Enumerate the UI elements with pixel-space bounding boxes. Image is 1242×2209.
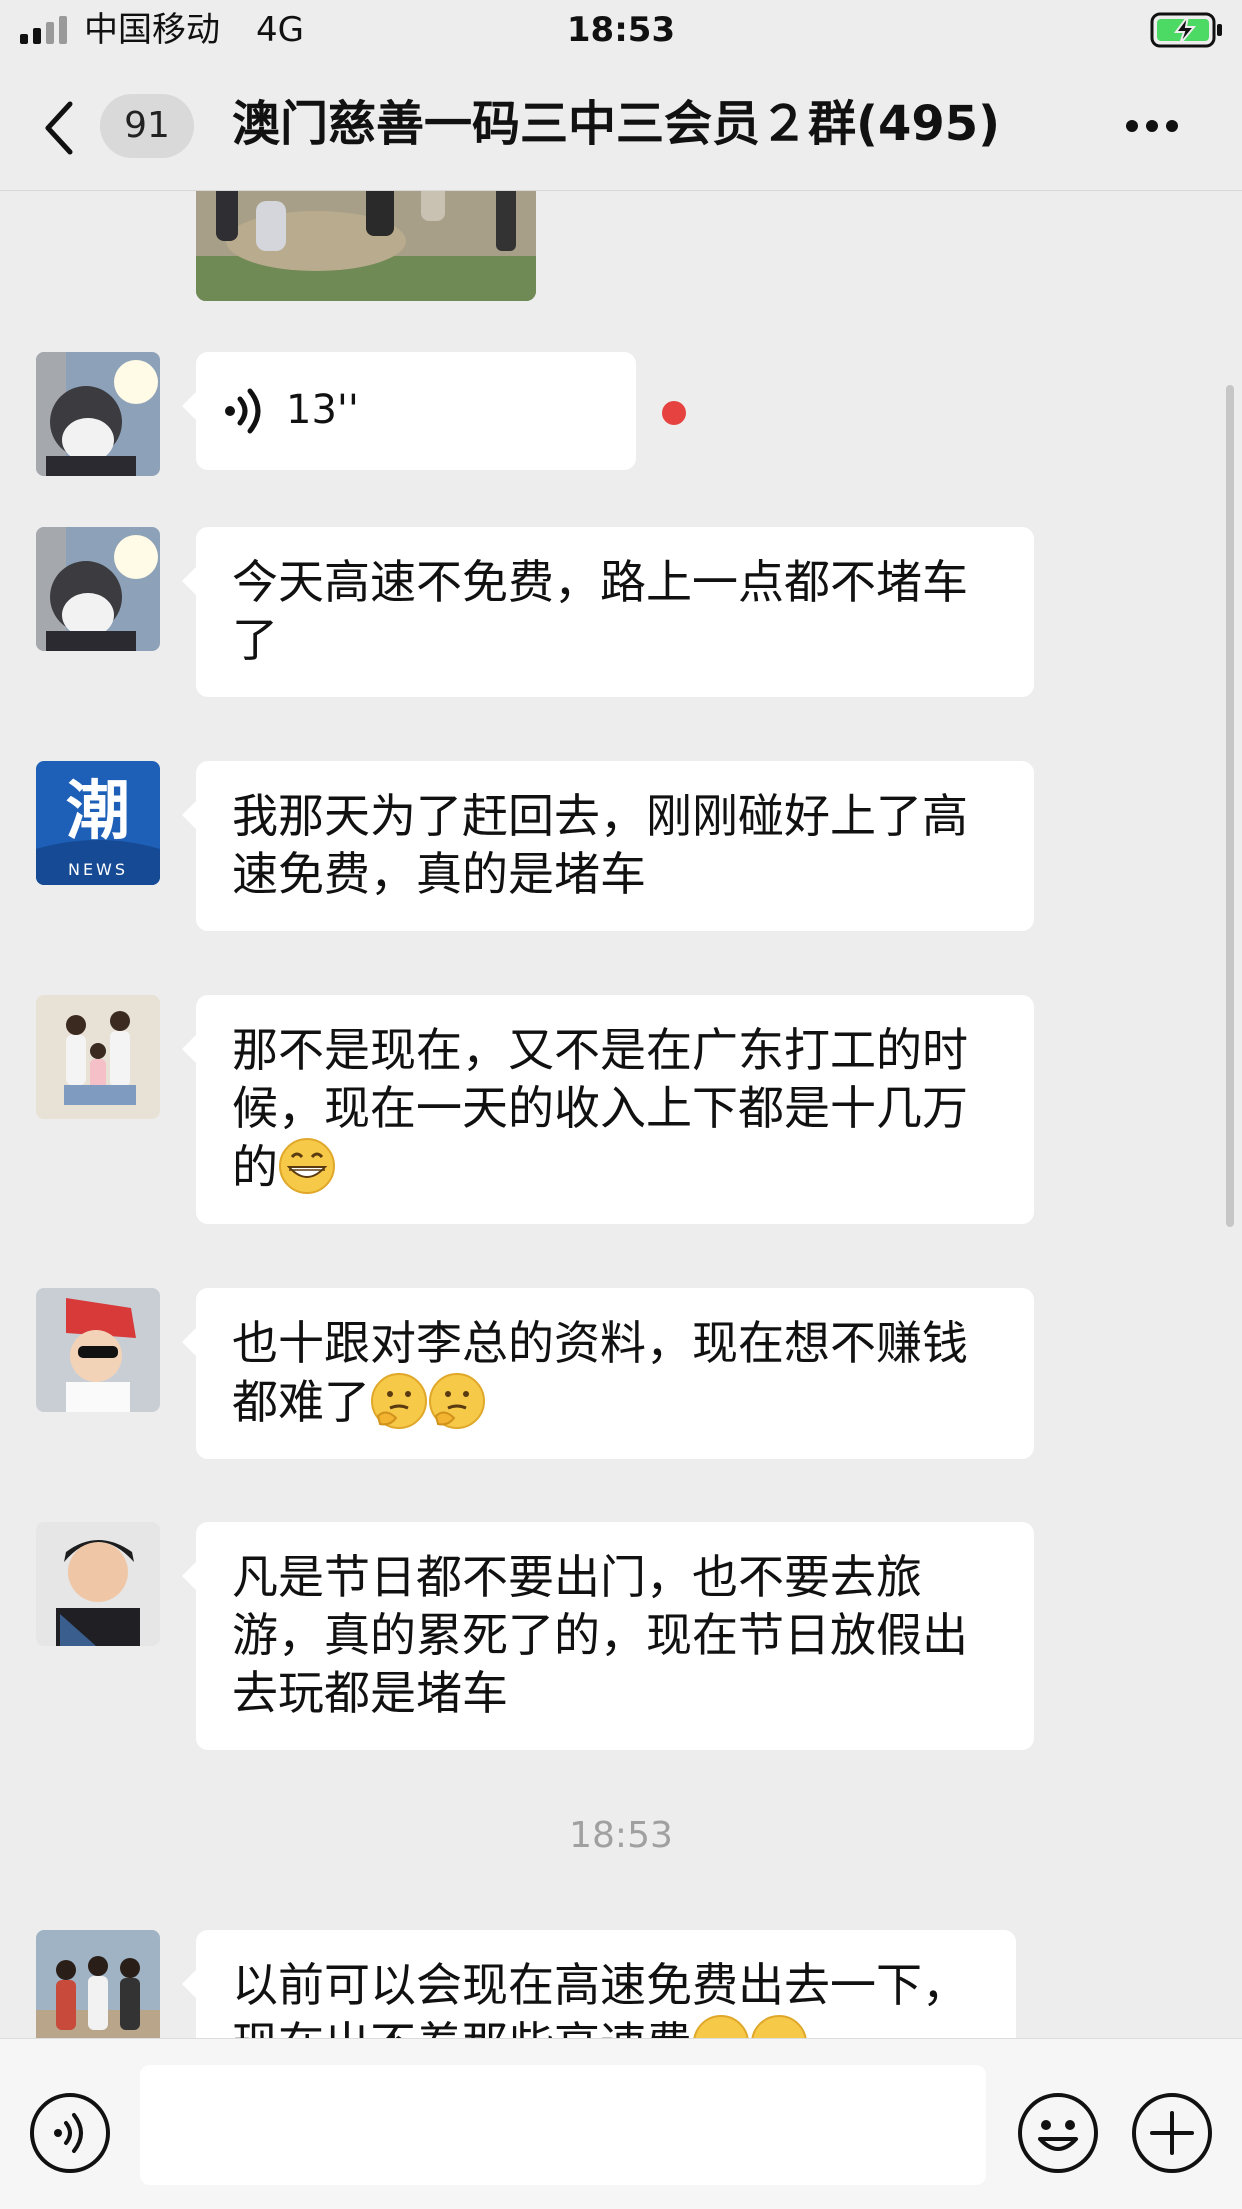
message-text: 也十跟对李总的资料，现在想不赚钱都难了	[232, 1316, 968, 1429]
text-message-bubble[interactable]: 那不是现在，又不是在广东打工的时候，现在一天的收入上下都是十几万的	[182, 995, 1034, 1224]
message-text: 那不是现在，又不是在广东打工的时候，现在一天的收入上下都是十几万的	[232, 1023, 968, 1194]
news-logo-text: NEWS	[68, 860, 128, 879]
scrollbar[interactable]	[1226, 385, 1234, 1227]
text-message-bubble[interactable]: 以前可以会现在高速免费出去一下，现在出不着那些高速费	[182, 1930, 1016, 2038]
child-avatar[interactable]	[36, 1288, 160, 1412]
family-avatar[interactable]	[36, 995, 160, 1119]
text-message-bubble[interactable]: 也十跟对李总的资料，现在想不赚钱都难了	[182, 1288, 1034, 1459]
group-avatar[interactable]	[36, 1930, 160, 2038]
smile-emoji-icon	[751, 2015, 807, 2038]
voice-unread-dot	[662, 401, 686, 425]
selfie-avatar[interactable]	[36, 1522, 160, 1646]
chat-header: 91 澳门慈善一码三中三会员２群(495)	[0, 62, 1242, 191]
photo-content	[196, 191, 536, 301]
text-message-bubble[interactable]: 今天高速不免费，路上一点都不堵车了	[182, 527, 1034, 697]
status-time: 18:53	[566, 10, 676, 50]
news-logo-avatar[interactable]: 潮 NEWS	[36, 761, 160, 885]
message-text: 以前可以会现在高速免费出去一下，现在出不着那些高速费	[232, 1958, 968, 2038]
chat-message-list[interactable]: 13'' 今天高速不免费，路上一点都不堵车了 潮 NEWS 我那天为了赶回去，刚…	[0, 191, 1242, 2038]
person-avatar[interactable]	[36, 527, 160, 651]
voice-wave-icon	[225, 388, 261, 434]
text-message-bubble[interactable]: 我那天为了赶回去，刚刚碰好上了高速免费，真的是堵车	[182, 761, 1034, 931]
more-options-icon[interactable]	[1124, 118, 1180, 134]
news-logo-char: 潮	[66, 775, 130, 849]
message-text: 凡是节日都不要出门，也不要去旅游，真的累死了的，现在节日放假出去玩都是堵车	[232, 1550, 968, 1720]
unread-count-badge[interactable]: 91	[100, 94, 194, 158]
message-text: 今天高速不免费，路上一点都不堵车了	[232, 555, 968, 667]
message-text: 我那天为了赶回去，刚刚碰好上了高速免费，真的是堵车	[232, 789, 968, 901]
status-bar: 中国移动 4G 18:53	[0, 0, 1242, 62]
message-text-field[interactable]	[140, 2065, 986, 2185]
time-divider: 18:53	[569, 1815, 673, 1856]
emoji-picker-icon[interactable]	[1016, 2091, 1100, 2175]
voice-message-bubble[interactable]: 13''	[182, 352, 636, 470]
back-arrow-icon[interactable]	[40, 100, 80, 156]
thinking-emoji-icon	[429, 1373, 485, 1429]
chat-title: 澳门慈善一码三中三会员２群(495)	[232, 96, 1001, 152]
message-input-bar	[0, 2038, 1242, 2209]
add-more-icon[interactable]	[1130, 2091, 1214, 2175]
thinking-emoji-icon	[371, 1373, 427, 1429]
person-avatar[interactable]	[36, 352, 160, 476]
photo-message[interactable]	[196, 191, 536, 301]
grin-emoji-icon	[279, 1138, 335, 1194]
voice-duration: 13''	[286, 387, 359, 433]
text-message-bubble[interactable]: 凡是节日都不要出门，也不要去旅游，真的累死了的，现在节日放假出去玩都是堵车	[182, 1522, 1034, 1750]
voice-input-icon[interactable]	[28, 2091, 112, 2175]
battery-charging-icon	[1150, 12, 1222, 48]
smile-emoji-icon	[693, 2015, 749, 2038]
